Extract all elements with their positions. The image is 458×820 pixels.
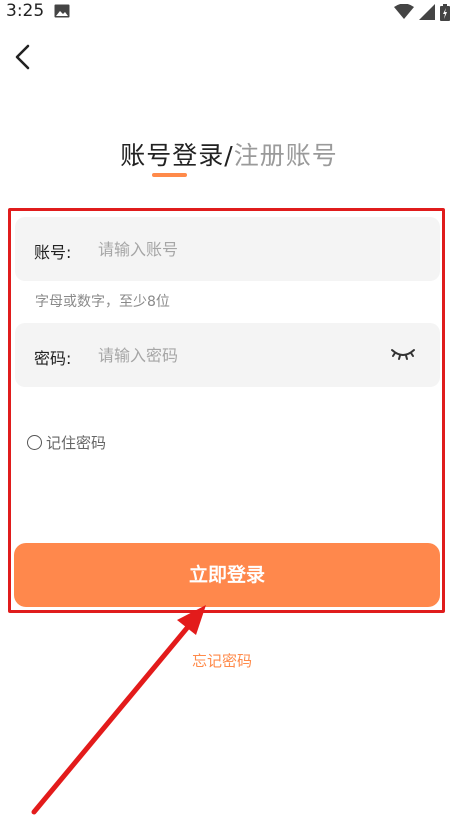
wifi-icon: [393, 3, 414, 19]
login-tabs: 账号登录/注册账号: [0, 136, 458, 172]
status-bar: 3:25: [0, 0, 458, 26]
tab-account-login[interactable]: 账号登录: [120, 141, 224, 170]
battery-icon: [440, 4, 450, 21]
status-right: [393, 3, 450, 23]
tab-register[interactable]: 注册账号: [234, 141, 338, 170]
active-tab-indicator: [152, 173, 187, 177]
image-icon: [54, 4, 70, 18]
signal-icon: [418, 4, 435, 20]
back-button[interactable]: [8, 40, 40, 72]
tab-separator: /: [224, 141, 234, 170]
annotation-highlight-box: [8, 208, 445, 613]
status-time: 3:25: [6, 1, 45, 21]
back-arrow-icon: [15, 44, 30, 70]
forgot-password-link[interactable]: 忘记密码: [192, 650, 252, 671]
